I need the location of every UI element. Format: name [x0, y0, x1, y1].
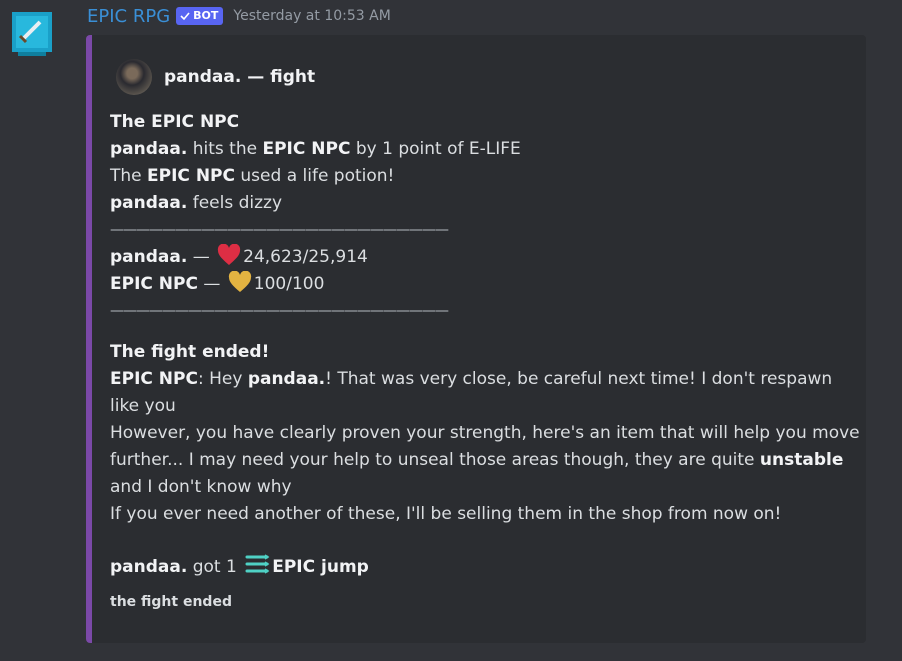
message-header: EPIC RPG BOT Yesterday at 10:53 AM	[87, 2, 391, 30]
separator: ——————————————————————————	[110, 303, 449, 319]
fight-line-3: pandaa. feels dizzy	[110, 193, 283, 213]
bot-tag-label: BOT	[193, 9, 219, 22]
bot-username[interactable]: EPIC RPG	[87, 6, 170, 27]
dialogue-paragraph-2: However, you have clearly proven your st…	[110, 423, 860, 497]
timestamp[interactable]: Yesterday at 10:53 AM	[233, 8, 390, 24]
separator: ——————————————————————————	[110, 222, 449, 238]
dialogue-paragraph-1: EPIC NPC: Hey pandaa.! That was very clo…	[110, 369, 833, 416]
sword-icon	[12, 12, 52, 56]
epic-jump-icon	[245, 554, 270, 574]
fight-ended-title: The fight ended!	[110, 342, 270, 362]
bot-badge: BOT	[176, 7, 224, 25]
reward-line: pandaa. got 1 EPIC jump	[110, 552, 860, 581]
npc-hp-line: EPIC NPC — 100/100	[110, 271, 860, 298]
dialogue-paragraph-3: If you ever need another of these, I'll …	[110, 504, 782, 524]
embed-content: The EPIC NPC pandaa. hits the EPIC NPC b…	[110, 109, 860, 616]
yellow-heart-icon	[228, 271, 251, 292]
player-hp-line: pandaa. — 24,623/25,914	[110, 244, 860, 271]
embed-footer: the fight ended	[110, 594, 232, 610]
fight-line-1: pandaa. hits the EPIC NPC by 1 point of …	[110, 139, 521, 159]
red-heart-icon	[218, 244, 241, 265]
embed-author: pandaa. — fight	[116, 59, 315, 95]
author-name: pandaa. — fight	[164, 67, 316, 87]
bot-avatar[interactable]	[12, 10, 52, 58]
embed-title: The EPIC NPC	[110, 112, 240, 132]
fight-line-2: The EPIC NPC used a life potion!	[110, 166, 395, 186]
embed: pandaa. — fight The EPIC NPC pandaa. hit…	[86, 35, 866, 643]
author-avatar[interactable]	[116, 59, 152, 95]
checkmark-icon	[180, 12, 190, 21]
